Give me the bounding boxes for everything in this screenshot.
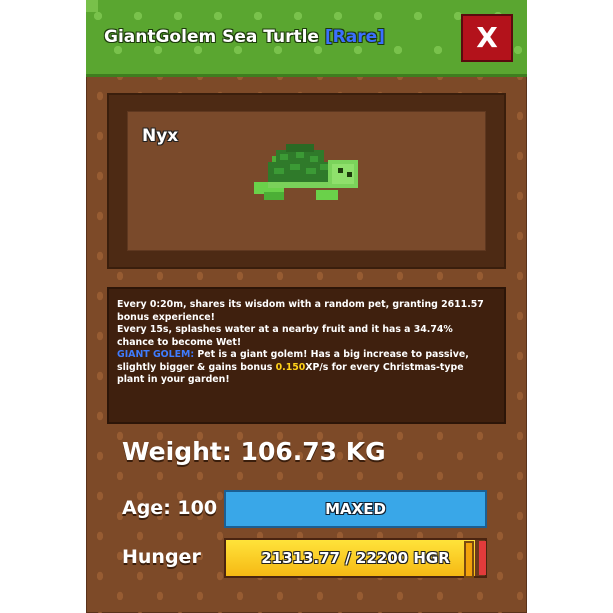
description-line: Every 0:20m, shares its wisdom with a ra… [117,299,484,310]
pet-display-frame: Nyx [107,93,506,269]
pet-info-panel: GiantGolem Sea Turtle [Rare] X Nyx Every… [86,0,527,613]
hunger-cap-indicator [479,541,486,575]
pet-name: Nyx [142,126,179,146]
weight-readout: Weight: 106.73 KG [122,437,386,466]
pet-display: Nyx [127,111,486,251]
bonus-text-post: XP/s for every Christmas-type [305,361,464,373]
close-button[interactable]: X [461,14,513,62]
bonus-value: 0.150 [275,361,306,373]
bonus-text-pre: slightly bigger & gains bonus [117,361,276,373]
hunger-slider-handle[interactable] [464,541,474,578]
pet-title: GiantGolem Sea Turtle [Rare] [104,27,385,47]
header-bar: GiantGolem Sea Turtle [Rare] X [86,0,527,77]
giant-golem-tag: GIANT GOLEM: [117,349,195,360]
hunger-label: Hunger [122,546,201,568]
description-line: slightly bigger & gains bonus 0.150XP/s … [117,362,496,375]
description-line: bonus experience! [117,311,215,323]
age-bar: MAXED [224,490,487,528]
pet-species-name: GiantGolem Sea Turtle [104,27,319,47]
hunger-value: 21313.77 / 22200 HGR [261,549,450,567]
description-line: GIANT GOLEM: Pet is a giant golem! Has a… [117,349,496,362]
golem-text: Pet is a giant golem! Has a big increase… [194,349,469,360]
sea-turtle-icon [254,144,358,200]
hunger-bar: 21313.77 / 22200 HGR [224,538,487,578]
pet-description: Every 0:20m, shares its wisdom with a ra… [107,287,506,424]
description-line: plant in your garden! [117,374,230,385]
age-label: Age: 100 [122,497,218,519]
description-line: Every 15s, splashes water at a nearby fr… [117,324,453,335]
rarity-badge: [Rare] [324,27,385,47]
description-line: chance to become Wet! [117,336,242,348]
